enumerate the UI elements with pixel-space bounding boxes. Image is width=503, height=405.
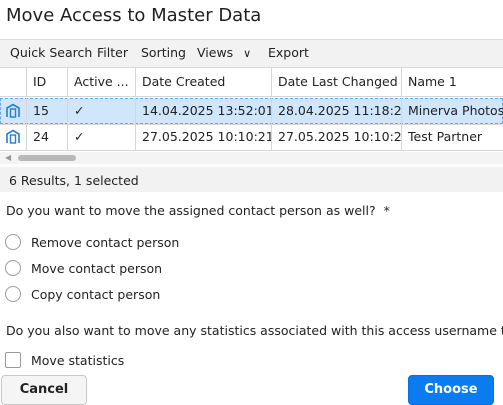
cancel-button[interactable]: Cancel xyxy=(1,375,87,405)
grid-toolbar: Quick Search Filter Sorting Views ∨ Expo… xyxy=(0,39,503,68)
column-header-id[interactable]: ID xyxy=(27,68,68,96)
export-button[interactable]: Export xyxy=(268,45,309,60)
required-mark: * xyxy=(383,203,390,218)
cell-name-1: Test Partner xyxy=(408,129,483,144)
radio-label-copy-contact[interactable]: Copy contact person xyxy=(31,287,160,302)
radio-label-move-contact[interactable]: Move contact person xyxy=(31,261,162,276)
statistics-question: Do you also want to move any statistics … xyxy=(6,323,503,338)
building-icon xyxy=(6,129,20,144)
cell-date-created: 27.05.2025 10:10:21 xyxy=(136,124,272,150)
cell-date-last-changed: 28.04.2025 11:18:20 xyxy=(272,98,402,124)
radio-remove-contact[interactable] xyxy=(5,234,21,250)
table-row[interactable]: 15 ✓ 14.04.2025 13:52:01 28.04.2025 11:1… xyxy=(0,98,503,124)
sorting-button[interactable]: Sorting xyxy=(141,45,186,60)
quick-search-button[interactable]: Quick Search xyxy=(10,45,92,60)
filter-button[interactable]: Filter xyxy=(97,45,128,60)
column-header-name-1[interactable]: Name 1 xyxy=(402,68,503,96)
horizontal-scrollbar[interactable]: ◀ xyxy=(0,152,503,164)
radio-label-remove-contact[interactable]: Remove contact person xyxy=(31,235,179,250)
radio-copy-contact[interactable] xyxy=(5,286,21,302)
scrollbar-thumb[interactable] xyxy=(18,155,76,161)
radio-move-contact[interactable] xyxy=(5,260,21,276)
cell-id: 15 xyxy=(27,98,68,124)
cell-name-1: Minerva Photos xyxy=(408,103,503,118)
column-header-date-created[interactable]: Date Created xyxy=(136,68,272,96)
scroll-left-icon[interactable]: ◀ xyxy=(5,154,11,162)
results-status-bar: 6 Results, 1 selected xyxy=(0,167,503,192)
cell-active-check: ✓ xyxy=(68,124,136,150)
move-statistics-label[interactable]: Move statistics xyxy=(31,353,124,368)
contact-question: Do you want to move the assigned contact… xyxy=(6,203,390,218)
results-count: 6 Results, 1 selected xyxy=(9,173,139,188)
move-statistics-checkbox[interactable] xyxy=(5,352,21,368)
views-button[interactable]: Views ∨ xyxy=(197,45,251,60)
dialog-title: Move Access to Master Data xyxy=(6,5,262,26)
column-header-date-last-changed[interactable]: Date Last Changed xyxy=(272,68,402,96)
cell-id: 24 xyxy=(27,124,68,150)
column-header-icon[interactable] xyxy=(0,68,27,96)
building-icon xyxy=(6,103,20,118)
choose-button[interactable]: Choose xyxy=(408,375,494,405)
table-row[interactable]: 24 ✓ 27.05.2025 10:10:21 27.05.2025 10:1… xyxy=(0,124,503,150)
cell-date-last-changed: 27.05.2025 10:10:21 xyxy=(272,124,402,150)
cell-date-created: 14.04.2025 13:52:01 xyxy=(136,98,272,124)
column-header-active[interactable]: Active ... xyxy=(68,68,136,96)
chevron-down-icon: ∨ xyxy=(243,47,252,60)
cell-active-check: ✓ xyxy=(68,98,136,124)
contact-question-text: Do you want to move the assigned contact… xyxy=(6,203,376,218)
views-label: Views xyxy=(197,45,234,60)
